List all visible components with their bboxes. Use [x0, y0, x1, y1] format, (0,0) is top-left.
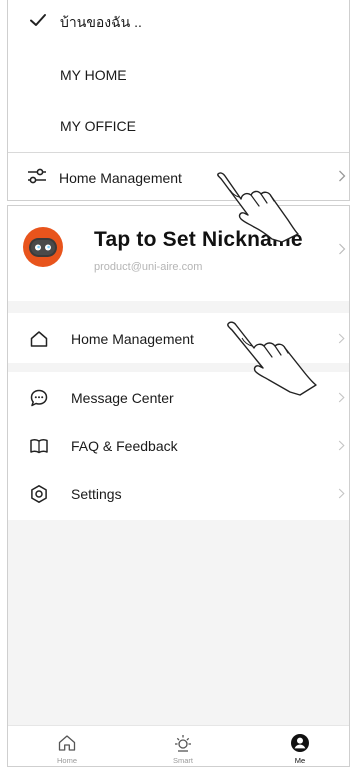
checkmark-icon: [30, 14, 46, 26]
menu-item-label: FAQ & Feedback: [71, 438, 178, 454]
chevron-right-icon: [338, 440, 345, 451]
tab-home[interactable]: Home: [37, 726, 97, 766]
tab-label: Home: [56, 756, 77, 765]
home-option-label: MY OFFICE: [60, 118, 136, 134]
tab-label: Me: [294, 756, 306, 765]
sliders-icon: [28, 168, 46, 184]
gear-icon: [31, 485, 47, 503]
chat-bubble-icon: [30, 389, 48, 407]
house-outline-icon: [30, 331, 48, 347]
chevron-right-icon: [339, 170, 346, 182]
sun-icon: [175, 735, 191, 752]
home-option-label: MY HOME: [60, 67, 127, 83]
me-page: Tap to Set Nickname product@uni-aire.com…: [7, 205, 350, 767]
account-email: product@uni-aire.com: [94, 261, 203, 273]
tab-label: Smart: [172, 756, 193, 765]
menu-item-faq-feedback[interactable]: FAQ & Feedback: [8, 422, 349, 470]
pointing-hand-icon: [227, 321, 317, 396]
chevron-right-icon: [339, 243, 346, 255]
book-icon: [30, 439, 48, 454]
home-option-my-office[interactable]: MY OFFICE: [8, 101, 349, 151]
person-icon: [291, 734, 309, 752]
chevron-right-icon: [338, 488, 345, 499]
home-management-label: Home Management: [59, 170, 182, 186]
menu-item-settings[interactable]: Settings: [8, 470, 349, 518]
menu-item-label: Message Center: [71, 390, 174, 406]
chevron-right-icon: [338, 333, 345, 344]
menu-item-label: Home Management: [71, 331, 194, 347]
home-option-label: บ้านของฉัน ..: [60, 14, 142, 30]
tab-me[interactable]: Me: [270, 726, 330, 766]
house-outline-icon: [58, 735, 76, 751]
robot-avatar-icon: [23, 227, 63, 267]
chevron-right-icon: [338, 392, 345, 403]
pointing-hand-icon: [217, 172, 299, 242]
tab-smart[interactable]: Smart: [153, 726, 213, 766]
home-option-my-home[interactable]: MY HOME: [8, 50, 349, 100]
home-option-selected[interactable]: บ้านของฉัน ..: [8, 0, 349, 50]
bottom-tab-bar: Home Smart Me: [8, 725, 349, 766]
menu-item-label: Settings: [71, 486, 122, 502]
